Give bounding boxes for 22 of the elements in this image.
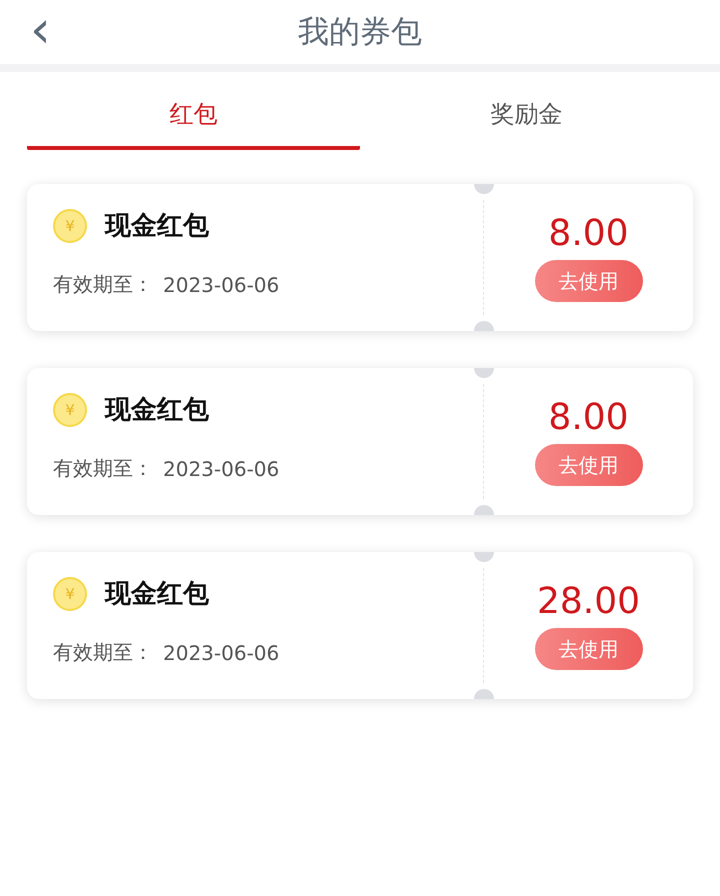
page-title: 我的券包 xyxy=(298,13,422,52)
coin-icon: ¥ xyxy=(53,576,87,610)
coin-icon: ¥ xyxy=(53,208,87,242)
coupon-amount: 28.00 xyxy=(536,581,640,622)
tab[interactable]: 红包 xyxy=(27,72,360,150)
use-button[interactable]: 去使用 xyxy=(534,628,642,670)
validity-label: 有效期至： xyxy=(53,455,153,482)
coin-icon: ¥ xyxy=(53,392,87,426)
expiry-date: 2023-06-06 xyxy=(163,456,280,480)
validity-label: 有效期至： xyxy=(53,639,153,666)
use-button[interactable]: 去使用 xyxy=(534,260,642,302)
expiry-date: 2023-06-06 xyxy=(163,272,280,296)
back-button[interactable]: ‹ xyxy=(22,4,59,56)
coupon-name: 现金红包 xyxy=(105,210,209,243)
use-button[interactable]: 去使用 xyxy=(534,444,642,486)
tab[interactable]: 奖励金 xyxy=(360,72,693,150)
expiry-date: 2023-06-06 xyxy=(163,640,280,664)
coupon-name: 现金红包 xyxy=(105,578,209,611)
validity-label: 有效期至： xyxy=(53,271,153,298)
coupon-amount: 8.00 xyxy=(548,397,629,438)
coupon-amount: 8.00 xyxy=(548,213,629,254)
coupon-name: 现金红包 xyxy=(105,394,209,427)
